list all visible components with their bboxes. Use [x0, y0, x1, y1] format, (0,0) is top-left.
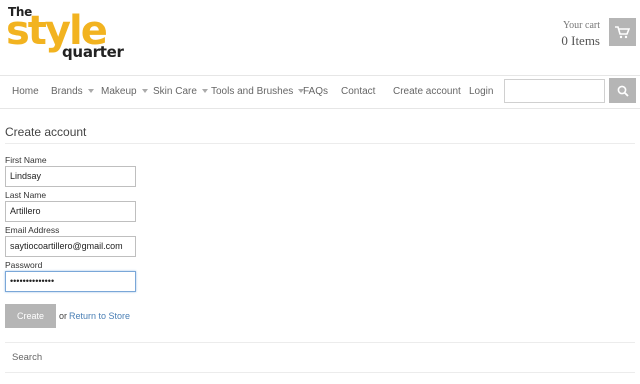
create-button[interactable]: Create — [5, 304, 56, 328]
first-name-label: First Name — [5, 155, 47, 165]
nav-item-faqs[interactable]: FAQs — [303, 86, 328, 97]
last-name-field[interactable]: Artillero — [5, 201, 136, 222]
nav-item-label: Login — [469, 86, 494, 97]
nav-item-home[interactable]: Home — [12, 86, 39, 97]
nav-item-label: Contact — [341, 86, 376, 97]
page-title: Create account — [5, 125, 87, 139]
divider — [5, 342, 635, 343]
cart-count: 0 Items — [561, 33, 600, 48]
chevron-down-icon — [201, 89, 208, 94]
cart-icon — [615, 25, 630, 38]
password-label: Password — [5, 260, 43, 270]
store-logo[interactable]: The style quarter — [6, 5, 136, 63]
nav-item-brands[interactable]: Brands — [51, 86, 94, 97]
chevron-down-icon — [141, 89, 148, 94]
nav-item-label: Skin Care — [153, 86, 197, 97]
nav-item-label: Makeup — [101, 86, 137, 97]
nav-item-login[interactable]: Login — [469, 86, 493, 97]
last-name-label: Last Name — [5, 190, 47, 200]
nav-item-label: Create account — [393, 86, 461, 97]
logo-quarter-text: quarter — [62, 43, 124, 61]
cart-summary[interactable]: Your cart 0 Items — [561, 20, 600, 50]
cart-label: Your cart — [562, 20, 600, 31]
nav-item-contact[interactable]: Contact — [341, 86, 375, 97]
chevron-down-icon — [87, 89, 94, 94]
nav-item-tools-and-brushes[interactable]: Tools and Brushes — [211, 86, 305, 97]
cart-button[interactable] — [609, 18, 636, 46]
footer-search-heading: Search — [12, 352, 43, 363]
nav-item-makeup[interactable]: Makeup — [101, 86, 148, 97]
search-icon — [617, 85, 629, 97]
divider — [5, 143, 635, 144]
nav-item-label: Brands — [51, 86, 83, 97]
nav-item-label: Home — [12, 86, 39, 97]
nav-item-create-account[interactable]: Create account — [393, 86, 461, 97]
or-text: or — [59, 311, 68, 321]
email-field[interactable]: saytiocoartillero@gmail.com — [5, 236, 136, 257]
header-search-button[interactable] — [609, 78, 636, 103]
header-search-input[interactable] — [504, 79, 605, 103]
password-field[interactable]: •••••••••••••• — [5, 271, 136, 292]
email-label: Email Address — [5, 225, 60, 235]
nav-item-label: Tools and Brushes — [211, 86, 294, 97]
divider — [5, 372, 635, 373]
first-name-field[interactable]: Lindsay — [5, 166, 136, 187]
return-to-store-link[interactable]: Return to Store — [69, 311, 130, 321]
nav-item-skin-care[interactable]: Skin Care — [153, 86, 208, 97]
nav-item-label: FAQs — [303, 86, 329, 97]
